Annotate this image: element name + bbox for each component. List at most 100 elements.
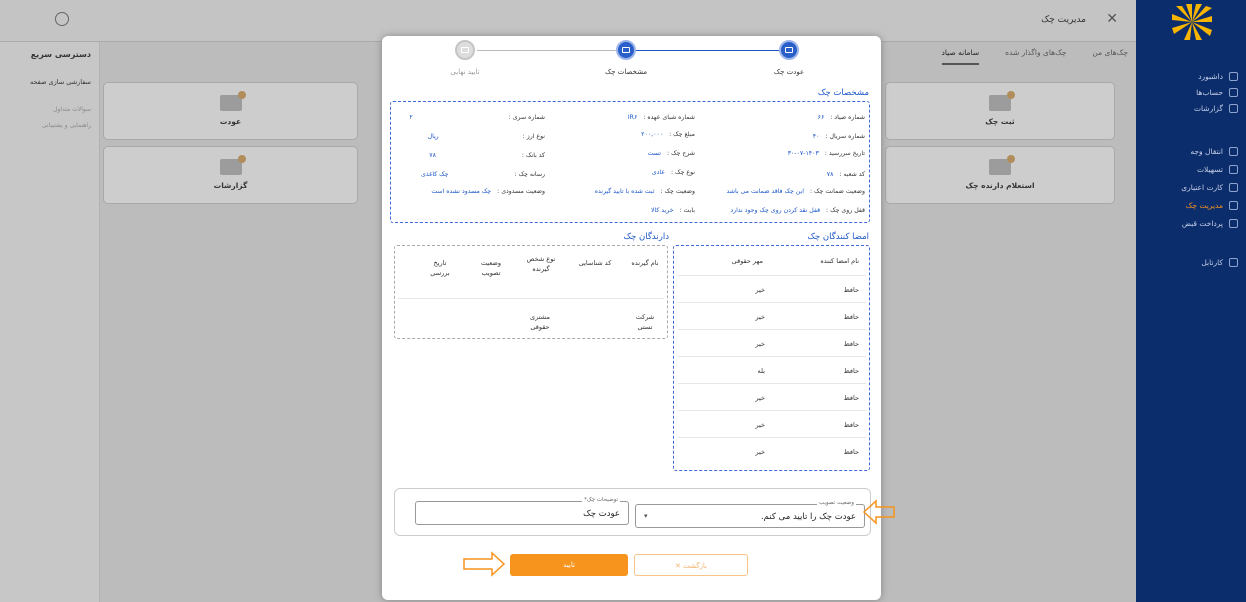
inbox-icon xyxy=(1229,257,1238,267)
dashboard-icon xyxy=(1229,71,1238,81)
step-return-label: عودت چک xyxy=(773,68,805,76)
card-register-cheque[interactable]: ثبت چک xyxy=(885,82,1115,140)
sidebar-item-transfer[interactable]: انتقال وجه xyxy=(1136,144,1246,158)
cheque-icon xyxy=(989,155,1015,175)
tab-sayad[interactable]: سامانه صیاد xyxy=(941,48,980,65)
step-final-label: تایید نهایی xyxy=(450,68,480,76)
sidebar-item-accounts[interactable]: حساب‌ها xyxy=(1136,85,1246,99)
field-branch: کد شعبه :۷۸ xyxy=(808,169,865,178)
quick-access-panel: دسترسی سریع سفارشی سازی صفحه سوالات متدا… xyxy=(0,42,100,602)
step-details-dot xyxy=(616,40,636,60)
sidebar: داشبورد حساب‌ها گزارشات انتقال وجه تسهیل… xyxy=(1136,0,1246,602)
field-reason: بابت :خرید کالا xyxy=(650,207,695,214)
sidebar-item-cheque-management[interactable]: مدیریت چک xyxy=(1136,198,1246,212)
field-guarantee: وضعیت ضمانت چک :این چک فاقد ضمانت می باش… xyxy=(726,188,865,195)
field-issuer-iban: شماره شبای عهده :IR۶ xyxy=(561,112,695,121)
step-connector xyxy=(477,50,617,51)
field-sayad: شماره صیاد :۶۶ xyxy=(757,112,865,121)
field-bank-code: کد بانک :۷۸ xyxy=(429,150,545,159)
signer-seal: خیر xyxy=(755,421,765,429)
page-title: مدیریت چک xyxy=(1041,15,1086,25)
faq-link[interactable]: سوالات متداول xyxy=(53,106,91,113)
signer-seal: خیر xyxy=(755,286,765,294)
field-currency: نوع ارز :ریال xyxy=(427,131,545,140)
transfer-icon xyxy=(1229,146,1238,156)
signer-seal: خیر xyxy=(755,340,765,348)
step-details-label: مشخصات چک xyxy=(604,68,648,76)
close-icon: ✕ xyxy=(674,562,681,570)
field-lock: قفل روی چک :قفل نقد کردن روی چک وجود ندا… xyxy=(730,207,865,214)
signers-header-name: نام امضا کننده xyxy=(820,257,859,265)
annotation-arrow-right xyxy=(463,551,506,577)
card-reports[interactable]: گزارشات xyxy=(103,146,358,204)
field-description: شرح چک :تست xyxy=(647,150,695,157)
cheque-return-modal: تایید نهایی مشخصات چک عودت چک مشخصات چک … xyxy=(382,36,881,600)
loan-icon xyxy=(1229,164,1238,174)
signer-name: حافظ xyxy=(843,394,859,402)
signer-name: حافظ xyxy=(843,313,859,321)
user-icon[interactable] xyxy=(55,12,69,26)
field-media: رسانه چک :چک کاغذی xyxy=(421,169,545,178)
chevron-down-icon: ▾ xyxy=(644,512,648,520)
cheque-icon xyxy=(219,155,246,175)
back-button[interactable]: بازگشت ✕ xyxy=(634,554,748,576)
card-return[interactable]: عودت xyxy=(103,82,358,140)
tab-my-cheques[interactable]: چک‌های من xyxy=(1092,48,1128,65)
signers-title: امضا کنندگان چک xyxy=(807,232,869,242)
field-serial: شماره سریال :۴۰ xyxy=(802,131,865,140)
signer-name: حافظ xyxy=(843,448,859,456)
tab-transferred-cheques[interactable]: چک‌های واگذار شده xyxy=(1005,48,1066,65)
step-return-dot xyxy=(779,40,799,60)
holder-row-name: شرکت تستی xyxy=(635,313,655,331)
field-cheque-type: نوع چک :عادی xyxy=(651,169,695,176)
cheque-details-title: مشخصات چک xyxy=(817,88,869,98)
cheque-icon xyxy=(1229,200,1238,210)
signer-seal: بله xyxy=(757,367,765,375)
holder-row-type: مشتری حقوقی xyxy=(530,313,550,331)
sidebar-item-loans[interactable]: تسهیلات xyxy=(1136,162,1246,176)
return-form: وضعیت تصویب عودت چک را تایید می کنم. ▾ ت… xyxy=(394,488,871,536)
step-connector-done xyxy=(627,50,787,51)
bank-icon xyxy=(1229,87,1238,97)
field-status: وضعیت چک :ثبت شده با تایید گیرنده xyxy=(594,188,695,195)
cheque-icon xyxy=(989,91,1015,111)
holders-header-approval: وضعیت تصویب xyxy=(480,259,502,277)
holders-title: دارندگان چک xyxy=(623,232,669,242)
signers-header-seal: مهر حقوقی xyxy=(731,257,763,265)
sidebar-item-inbox[interactable]: کارتابل xyxy=(1136,255,1246,269)
customize-page-link[interactable]: سفارشی سازی صفحه xyxy=(30,78,91,86)
sidebar-item-dashboard[interactable]: داشبورد xyxy=(1136,69,1246,83)
field-block-status: وضعیت مسدودی :چک مسدود نشده است xyxy=(431,188,545,195)
sidebar-item-reports[interactable]: گزارشات xyxy=(1136,101,1246,115)
cheque-icon xyxy=(219,91,246,111)
approval-status-select[interactable]: وضعیت تصویب عودت چک را تایید می کنم. ▾ xyxy=(635,500,865,528)
signer-name: حافظ xyxy=(843,340,859,348)
confirm-button[interactable]: تایید xyxy=(510,554,628,576)
signer-name: حافظ xyxy=(843,286,859,294)
signer-seal: خیر xyxy=(755,448,765,456)
holders-header-review-date: تاریخ بررسی xyxy=(430,259,450,277)
signer-name: حافظ xyxy=(843,367,859,375)
close-icon[interactable]: ✕ xyxy=(1106,11,1118,27)
field-amount: مبلغ چک :۲۰۰,۰۰۰ xyxy=(641,131,695,138)
bank-logo xyxy=(1172,4,1212,40)
field-due-date: تاریخ سررسید :۱۴۰۳-۰۷-۳۰ xyxy=(787,150,865,157)
holders-header-id: کد شناسایی xyxy=(578,259,612,267)
bill-icon xyxy=(1229,218,1238,228)
background-tabs: چک‌های من چک‌های واگذار شده سامانه صیاد xyxy=(941,48,1128,65)
card-holder-inquiry[interactable]: استعلام دارنده چک xyxy=(885,146,1115,204)
help-link[interactable]: راهنمایی و پشتیبانی xyxy=(42,122,91,129)
cheque-description-input[interactable]: توضیحات چک* عودت چک xyxy=(415,497,629,525)
signer-name: حافظ xyxy=(843,421,859,429)
step-final-dot xyxy=(455,40,475,60)
annotation-arrow-left xyxy=(862,499,895,525)
card-icon xyxy=(1229,182,1238,192)
sidebar-item-bill-payment[interactable]: پرداخت قبض xyxy=(1136,216,1246,230)
holders-header-type: نوع شخص گیرنده xyxy=(526,255,556,273)
signer-seal: خیر xyxy=(755,313,765,321)
holders-header-name: نام گیرنده xyxy=(631,259,659,267)
signer-seal: خیر xyxy=(755,394,765,402)
sidebar-item-credit-card[interactable]: کارت اعتباری xyxy=(1136,180,1246,194)
quick-access-title: دسترسی سریع xyxy=(30,50,91,59)
report-icon xyxy=(1229,103,1238,113)
